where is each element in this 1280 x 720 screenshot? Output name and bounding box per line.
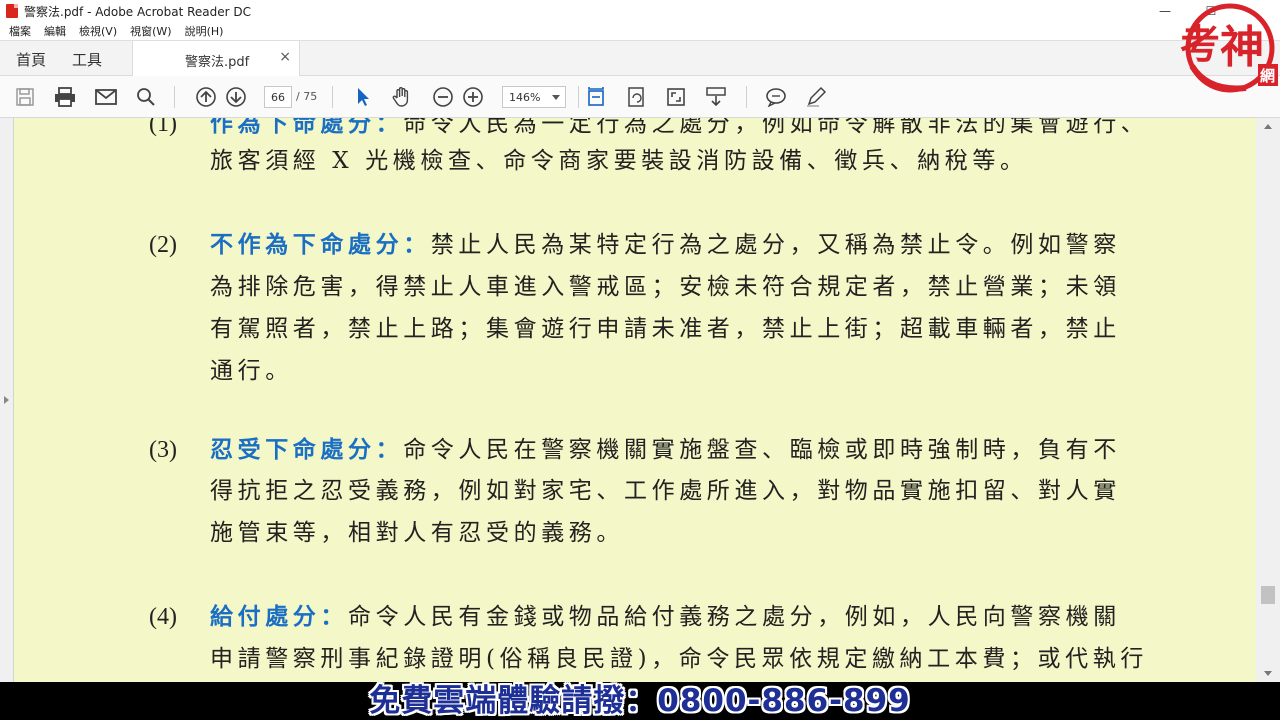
toolbar-separator [332, 86, 333, 108]
toolbar: 66 / 75 146% [0, 76, 1280, 118]
menu-edit[interactable]: 編輯 [44, 23, 66, 39]
tab-document[interactable]: 警察法.pdf × [132, 41, 300, 77]
print-icon[interactable] [53, 85, 77, 109]
item-text: 申請警察刑事紀錄證明(俗稱良民證)，命令民眾依規定繳納工本費；或代執行 [210, 646, 1148, 672]
text-line: 施管束等，相對人有忍受的義務。 [210, 518, 624, 548]
comment-icon[interactable] [764, 85, 788, 109]
item-number: (1) [149, 118, 177, 137]
zoom-level-select[interactable]: 146% [502, 86, 566, 108]
item-term: 給付處分： [210, 603, 348, 630]
chevron-right-icon [4, 396, 9, 404]
item-text: 得抗拒之忍受義務，例如對家宅、工作處所進入，對物品實施扣留、對人實 [210, 478, 1121, 504]
item-text: 命令人民在警察機關實施盤查、臨檢或即時強制時，負有不 [403, 437, 1121, 463]
item-text: 有駕照者，禁止上路；集會遊行申請未准者，禁止上街；超載車輛者，禁止 [210, 316, 1121, 342]
navigation-pane-toggle[interactable] [0, 118, 14, 682]
zoom-in-icon[interactable] [461, 85, 485, 109]
zoom-level-value: 146% [509, 90, 541, 104]
promo-banner: 免費雲端體驗請撥：0800-886-899 [0, 682, 1280, 720]
text-line: 給付處分：命令人民有金錢或物品給付義務之處分，例如，人民向警察機關 [210, 602, 1121, 632]
tab-home[interactable]: 首頁 [16, 49, 46, 70]
previous-page-icon[interactable] [194, 85, 218, 109]
tab-bar: 首頁 工具 警察法.pdf × [0, 40, 1280, 77]
item-number: (2) [149, 232, 177, 258]
logo-char-3: 網 [1260, 67, 1275, 85]
chevron-down-icon [552, 95, 560, 100]
item-text: 為排除危害，得禁止人車進入警戒區；安檢未符合規定者，禁止營業；未領 [210, 274, 1121, 300]
item-text: 命令人民有金錢或物品給付義務之處分，例如，人民向警察機關 [348, 604, 1121, 630]
toolbar-separator [174, 86, 175, 108]
promo-banner-text: 免費雲端體驗請撥：0800-886-899 [369, 683, 911, 719]
menu-help[interactable]: 說明(H) [185, 23, 224, 39]
menu-view[interactable]: 檢視(V) [79, 23, 117, 39]
next-page-icon[interactable] [224, 85, 248, 109]
window-title: 警察法.pdf - Adobe Acrobat Reader DC [24, 4, 252, 19]
text-line: 有駕照者，禁止上路；集會遊行申請未准者，禁止上街；超載車輛者，禁止 [210, 314, 1121, 344]
scroll-up-icon[interactable] [1264, 124, 1272, 129]
text-line: 得抗拒之忍受義務，例如對家宅、工作處所進入，對物品實施扣留、對人實 [210, 476, 1121, 506]
full-screen-icon[interactable] [664, 85, 688, 109]
logo-char-1: 考 [1180, 21, 1220, 68]
search-icon[interactable] [134, 85, 158, 109]
menu-file[interactable]: 檔案 [9, 23, 31, 39]
item-text: 命令人民為一定行為之處分，例如命令解散非法的集會遊行、 [403, 118, 1149, 137]
page-total: / 75 [296, 90, 318, 103]
text-line: 忍受下命處分：命令人民在警察機關實施盤查、臨檢或即時強制時，負有不 [210, 435, 1121, 465]
tab-tools[interactable]: 工具 [72, 49, 102, 70]
item-text: 旅客須經 X 光機檢查、命令商家要裝設消防設備、徵兵、納稅等。 [210, 148, 1028, 174]
menu-window[interactable]: 視窗(W) [130, 23, 171, 39]
scroll-down-icon[interactable] [1264, 671, 1272, 676]
text-line: 為排除危害，得禁止人車進入警戒區；安檢未符合規定者，禁止營業；未領 [210, 272, 1121, 302]
zoom-out-icon[interactable] [431, 85, 455, 109]
pdf-file-icon [6, 4, 18, 18]
item-term: 不作為下命處分： [210, 231, 431, 258]
page-number-input[interactable]: 66 [264, 86, 292, 108]
document-tab-label: 警察法.pdf [185, 55, 250, 70]
item-text: 通行。 [210, 358, 293, 384]
item-number: (4) [149, 604, 177, 630]
close-tab-button[interactable]: × [279, 49, 291, 65]
text-line: 不作為下命處分：禁止人民為某特定行為之處分，又稱為禁止令。例如警察 [210, 230, 1121, 260]
scrollbar-thumb[interactable] [1261, 586, 1275, 604]
toolbar-separator [746, 86, 747, 108]
item-text: 禁止人民為某特定行為之處分，又稱為禁止令。例如警察 [430, 232, 1121, 258]
title-bar: 警察法.pdf - Adobe Acrobat Reader DC — ☐ [0, 0, 1280, 22]
item-term: 忍受下命處分： [210, 436, 404, 463]
vertical-scrollbar[interactable] [1256, 118, 1280, 682]
text-line: 通行。 [210, 356, 293, 386]
select-arrow-icon[interactable] [351, 85, 375, 109]
item-text: 施管束等，相對人有忍受的義務。 [210, 520, 624, 546]
brand-logo: 考 神 網 [1180, 3, 1278, 93]
hand-tool-icon[interactable] [390, 85, 414, 109]
item-term: 作為下命處分： [210, 118, 404, 137]
menu-bar: 檔案 編輯 檢視(V) 視窗(W) 說明(H) [0, 22, 1280, 40]
text-line: 旅客須經 X 光機檢查、命令商家要裝設消防設備、徵兵、納稅等。 [210, 146, 1028, 176]
save-icon[interactable] [13, 85, 37, 109]
text-line: 作為下命處分：命令人民為一定行為之處分，例如命令解散非法的集會遊行、 [210, 118, 1148, 139]
document-view[interactable]: (1) 作為下命處分：命令人民為一定行為之處分，例如命令解散非法的集會遊行、 旅… [0, 118, 1280, 682]
email-icon[interactable] [94, 85, 118, 109]
highlight-pen-icon[interactable] [804, 85, 828, 109]
pdf-page[interactable]: (1) 作為下命處分：命令人民為一定行為之處分，例如命令解散非法的集會遊行、 旅… [14, 118, 1256, 682]
toolbar-separator [578, 86, 579, 108]
logo-char-2: 神 [1220, 22, 1264, 73]
scroll-mode-icon[interactable] [704, 85, 728, 109]
text-line: 申請警察刑事紀錄證明(俗稱良民證)，命令民眾依規定繳納工本費；或代執行 [210, 644, 1148, 674]
rotate-view-icon[interactable] [624, 85, 648, 109]
item-number: (3) [149, 437, 177, 463]
fit-width-icon[interactable] [584, 85, 608, 109]
